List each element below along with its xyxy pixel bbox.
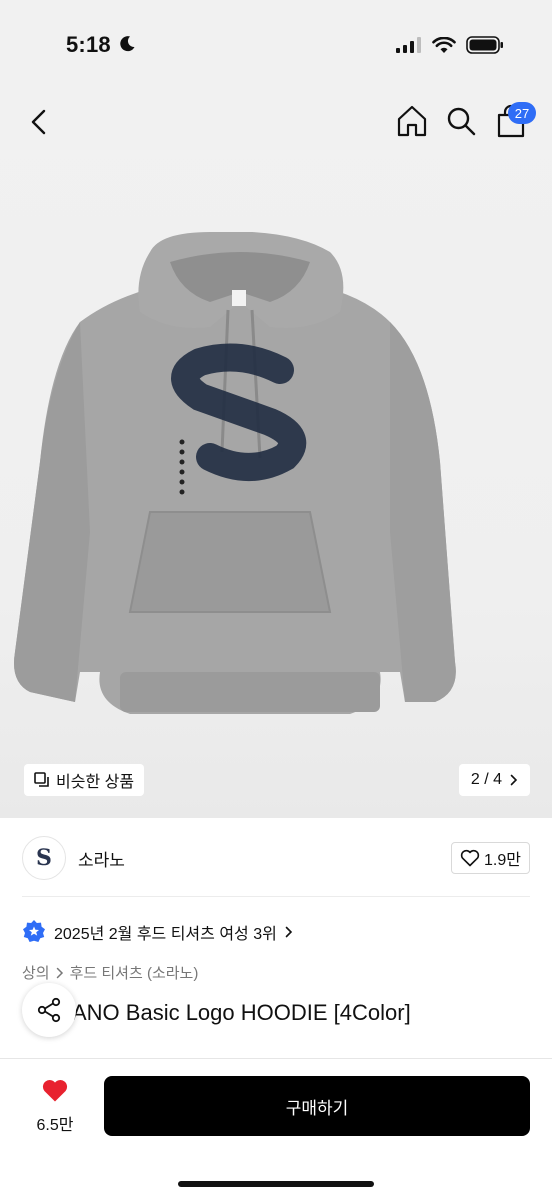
heart-filled-icon <box>42 1080 68 1102</box>
similar-products-button[interactable]: 비슷한 상품 <box>24 764 145 796</box>
wifi-icon <box>432 36 456 53</box>
chevron-right-icon <box>56 967 63 978</box>
home-indicator <box>178 1181 374 1187</box>
home-icon[interactable] <box>396 104 428 138</box>
back-icon[interactable] <box>24 106 56 138</box>
signal-icon <box>396 37 421 53</box>
status-time: 5:18 <box>66 32 111 57</box>
similar-products-label: 비슷한 상품 <box>56 774 135 791</box>
share-icon <box>37 997 61 1023</box>
ranking-text: 2025년 2월 후드 티셔츠 여성 3위 <box>54 926 277 943</box>
product-title-visible: ANO Basic Logo HOODIE [4Color] <box>72 1000 411 1025</box>
breadcrumb: 상의 후드 티셔츠 (소라노) <box>22 962 198 983</box>
brand-logo-letter: S <box>36 845 52 871</box>
page-indicator: 2 / 4 <box>470 771 502 788</box>
brand-name[interactable]: 소라노 <box>78 846 125 871</box>
chevron-right-icon <box>510 774 518 786</box>
breadcrumb-level2[interactable]: 후드 티셔츠 (소라노) <box>70 962 199 983</box>
brand-like-button[interactable]: 1.9만 <box>451 842 530 874</box>
product-image[interactable] <box>0 92 552 818</box>
divider <box>22 896 530 897</box>
brand-logo[interactable]: S <box>22 836 66 880</box>
breadcrumb-level1[interactable]: 상의 <box>22 962 50 983</box>
ranking-badge-icon <box>23 920 45 942</box>
cart-count-badge: 27 <box>508 102 536 124</box>
search-icon[interactable] <box>446 106 476 136</box>
moon-icon <box>120 36 135 52</box>
brand-row[interactable]: S 소라노 1.9만 <box>22 836 530 880</box>
battery-icon <box>466 36 503 54</box>
buy-button[interactable]: 구매하기 <box>104 1076 530 1136</box>
hoodie-image <box>14 232 456 714</box>
image-page-counter[interactable]: 2 / 4 <box>458 764 530 796</box>
copy-icon <box>34 772 49 787</box>
share-button[interactable] <box>22 983 76 1037</box>
brand-like-count: 1.9만 <box>484 852 521 869</box>
ranking-link[interactable]: 2025년 2월 후드 티셔츠 여성 3위 <box>22 918 293 946</box>
chevron-right-icon <box>285 926 292 938</box>
status-icons <box>396 36 504 54</box>
favorite-count: 6.5만 <box>36 1117 74 1134</box>
heart-outline-icon <box>460 849 480 867</box>
favorite-button[interactable]: 6.5만 <box>30 1078 80 1135</box>
